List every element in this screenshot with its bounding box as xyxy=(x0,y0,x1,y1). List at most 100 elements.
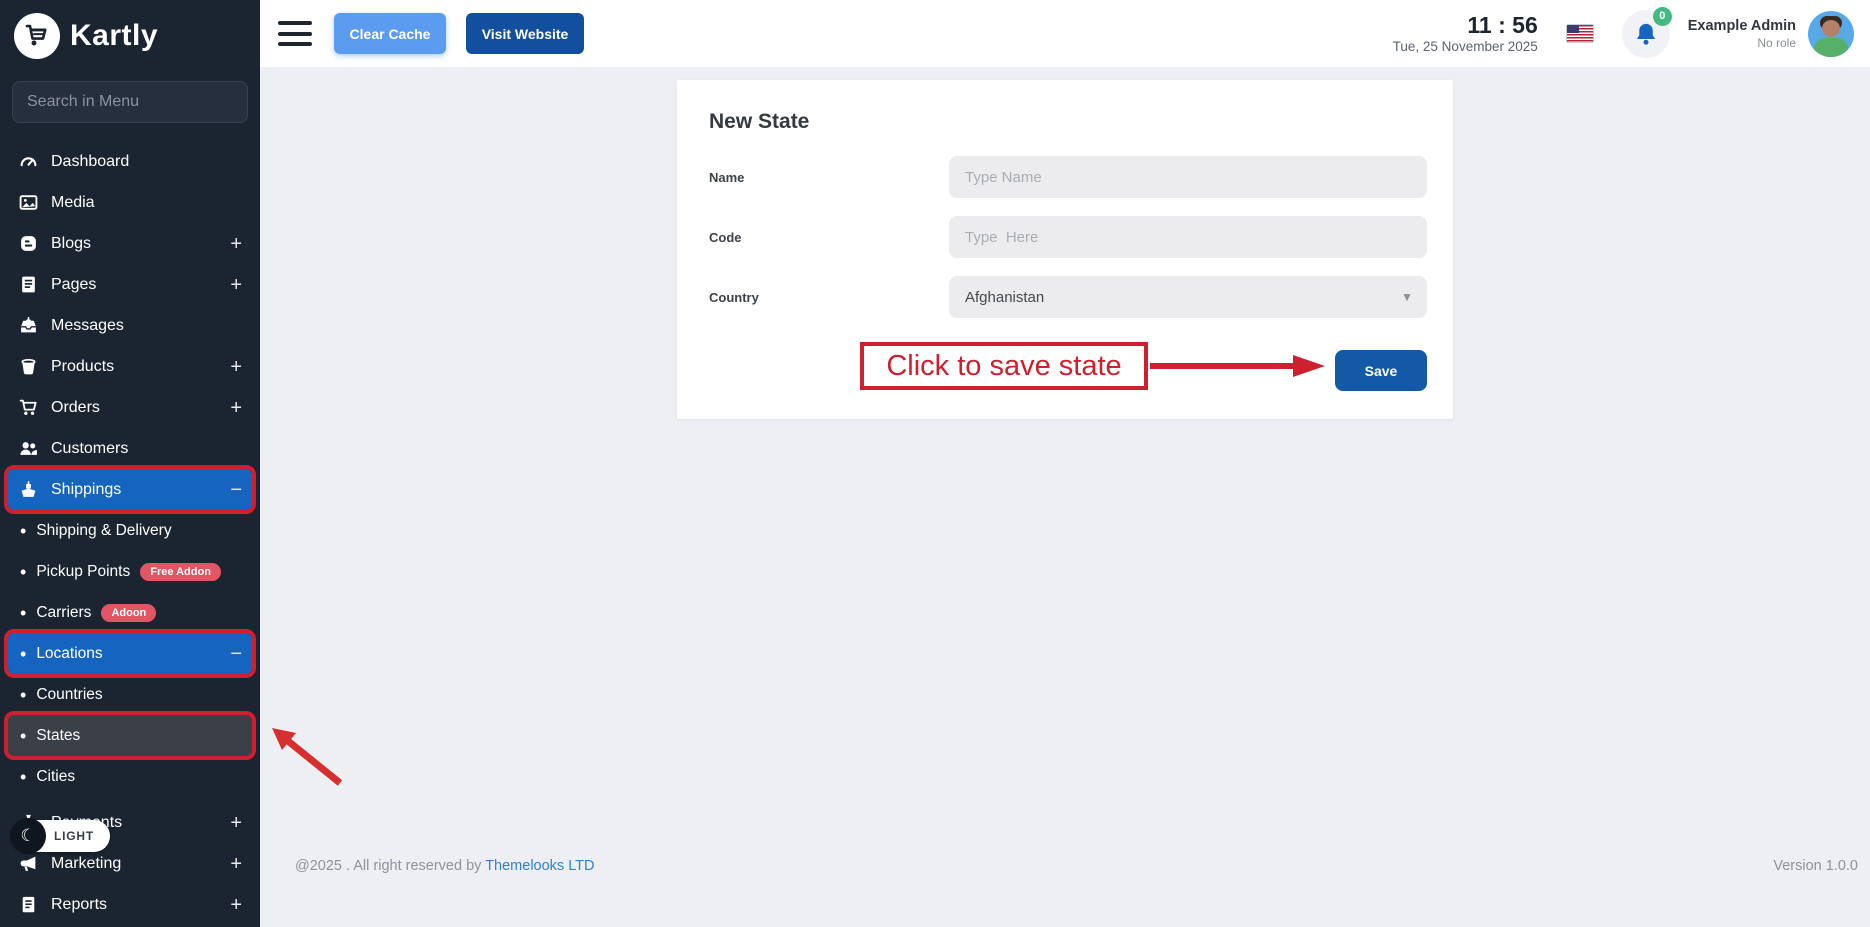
plus-icon[interactable]: + xyxy=(230,398,242,418)
bullet-icon: • xyxy=(20,686,26,704)
avatar[interactable] xyxy=(1808,11,1854,57)
sidebar-item-label: Pickup Points xyxy=(36,563,130,581)
brand[interactable]: Kartly xyxy=(0,0,260,69)
name-input[interactable] xyxy=(949,156,1427,198)
code-field-row: Code xyxy=(709,216,1427,258)
chevron-down-icon: ▼ xyxy=(1401,290,1413,304)
user-info[interactable]: Example Admin No role xyxy=(1688,17,1796,49)
plus-icon[interactable]: + xyxy=(230,895,242,915)
sidebar-item-label: Messages xyxy=(51,317,124,335)
gauge-icon xyxy=(18,152,38,172)
addon-badge: Free Addon xyxy=(140,563,221,581)
sidebar-item-pickup-points[interactable]: • Pickup Points Free Addon xyxy=(8,551,252,592)
clock-date: Tue, 25 November 2025 xyxy=(1393,39,1538,54)
addon-badge: Adoon xyxy=(101,604,156,622)
minus-icon[interactable]: − xyxy=(230,644,242,664)
footer-company-link[interactable]: Themelooks LTD xyxy=(485,858,594,874)
user-name: Example Admin xyxy=(1688,17,1796,35)
sidebar-item-carriers[interactable]: •CarriersAdoon xyxy=(8,592,252,633)
sidebar-item-products[interactable]: Products+ xyxy=(8,346,252,387)
sidebar-item-orders[interactable]: Orders + xyxy=(8,387,252,428)
page-title: New State xyxy=(709,110,1427,134)
bullet-icon: • xyxy=(20,727,26,745)
language-flag-icon[interactable] xyxy=(1566,24,1594,43)
sidebar-item-label: Customers xyxy=(51,440,128,458)
blog-icon xyxy=(18,234,38,254)
annotation-save-note: Click to save state xyxy=(860,342,1148,390)
name-field-row: Name xyxy=(709,156,1427,198)
bullet-icon: • xyxy=(20,522,26,540)
clock: 11 : 56 Tue, 25 November 2025 xyxy=(1393,13,1538,53)
country-field-row: Country Afghanistan ▼ xyxy=(709,276,1427,318)
sidebar-item-shipping-delivery[interactable]: • Shipping & Delivery xyxy=(8,510,252,551)
sidebar-item-pages[interactable]: Pages+ xyxy=(8,264,252,305)
clock-time: 11 : 56 xyxy=(1393,13,1538,38)
bullet-icon: • xyxy=(20,563,26,581)
footer: @2025 . All right reserved by Themelooks… xyxy=(295,858,1858,874)
sidebar-item-label: Countries xyxy=(36,686,102,704)
megaphone-icon xyxy=(18,854,38,874)
footer-version: Version 1.0.0 xyxy=(1773,858,1858,874)
content-area: New State Name Code Country Afghanistan … xyxy=(260,67,1870,927)
hamburger-menu-icon[interactable] xyxy=(278,21,312,46)
bucket-icon xyxy=(18,357,38,377)
sidebar-item-label: Shipping & Delivery xyxy=(36,522,171,540)
visit-website-button[interactable]: Visit Website xyxy=(466,13,584,54)
bullet-icon: • xyxy=(20,768,26,786)
sidebar-item-dashboard[interactable]: Dashboard xyxy=(8,141,252,182)
plus-icon[interactable]: + xyxy=(230,275,242,295)
main-area: Clear Cache Visit Website 11 : 56 Tue, 2… xyxy=(260,0,1870,927)
sidebar-menu: DashboardMediaBlogs+Pages+MessagesProduc… xyxy=(0,141,260,925)
sidebar-item-label: Blogs xyxy=(51,235,91,253)
sidebar-item-label: States xyxy=(36,727,80,745)
footer-copyright: @2025 . All right reserved by xyxy=(295,858,481,874)
ship-icon xyxy=(18,480,38,500)
report-icon xyxy=(18,895,38,915)
app-root: Kartly DashboardMediaBlogs+Pages+Message… xyxy=(0,0,1870,927)
country-label: Country xyxy=(709,290,949,305)
plus-icon[interactable]: + xyxy=(230,234,242,254)
sidebar-item-label: Orders xyxy=(51,399,100,417)
code-input[interactable] xyxy=(949,216,1427,258)
sidebar-item-shippings[interactable]: Shippings − xyxy=(8,469,252,510)
user-role: No role xyxy=(1688,36,1796,50)
clear-cache-button[interactable]: Clear Cache xyxy=(334,13,446,54)
moon-icon: ☾ xyxy=(10,818,46,854)
bell-icon xyxy=(1633,21,1659,47)
users-icon xyxy=(18,439,38,459)
sidebar-item-label: Locations xyxy=(36,645,102,663)
media-icon xyxy=(18,193,38,213)
sidebar-item-countries[interactable]: • Countries xyxy=(8,674,252,715)
sidebar-item-label: Reports xyxy=(51,896,107,914)
brand-name: Kartly xyxy=(70,19,158,53)
sidebar-item-label: Marketing xyxy=(51,855,121,873)
minus-icon[interactable]: − xyxy=(230,480,242,500)
plus-icon[interactable]: + xyxy=(230,813,242,833)
cart-icon xyxy=(18,398,38,418)
save-button[interactable]: Save xyxy=(1335,350,1427,391)
sidebar-item-media[interactable]: Media xyxy=(8,182,252,223)
bullet-icon: • xyxy=(20,645,26,663)
menu-search-input[interactable] xyxy=(12,81,248,123)
sidebar-item-reports[interactable]: Reports + xyxy=(8,884,252,925)
plus-icon[interactable]: + xyxy=(230,854,242,874)
sidebar-item-locations[interactable]: • Locations − xyxy=(8,633,252,674)
theme-toggle[interactable]: ☾ LIGHT xyxy=(12,820,110,852)
theme-toggle-label: LIGHT xyxy=(54,829,94,843)
pages-icon xyxy=(18,275,38,295)
sidebar: Kartly DashboardMediaBlogs+Pages+Message… xyxy=(0,0,260,927)
sidebar-item-messages[interactable]: Messages xyxy=(8,305,252,346)
notifications-button[interactable]: 0 xyxy=(1622,10,1670,58)
sidebar-item-cities[interactable]: • Cities xyxy=(8,756,252,797)
sidebar-item-label: Cities xyxy=(36,768,75,786)
sidebar-item-label: Media xyxy=(51,194,95,212)
sidebar-item-label: Shippings xyxy=(51,481,121,499)
plus-icon[interactable]: + xyxy=(230,357,242,377)
sidebar-item-customers[interactable]: Customers xyxy=(8,428,252,469)
sidebar-item-label: Carriers xyxy=(36,604,91,622)
sidebar-item-blogs[interactable]: Blogs + xyxy=(8,223,252,264)
code-label: Code xyxy=(709,230,949,245)
country-select[interactable]: Afghanistan ▼ xyxy=(949,276,1427,318)
name-label: Name xyxy=(709,170,949,185)
sidebar-item-states[interactable]: • States xyxy=(8,715,252,756)
